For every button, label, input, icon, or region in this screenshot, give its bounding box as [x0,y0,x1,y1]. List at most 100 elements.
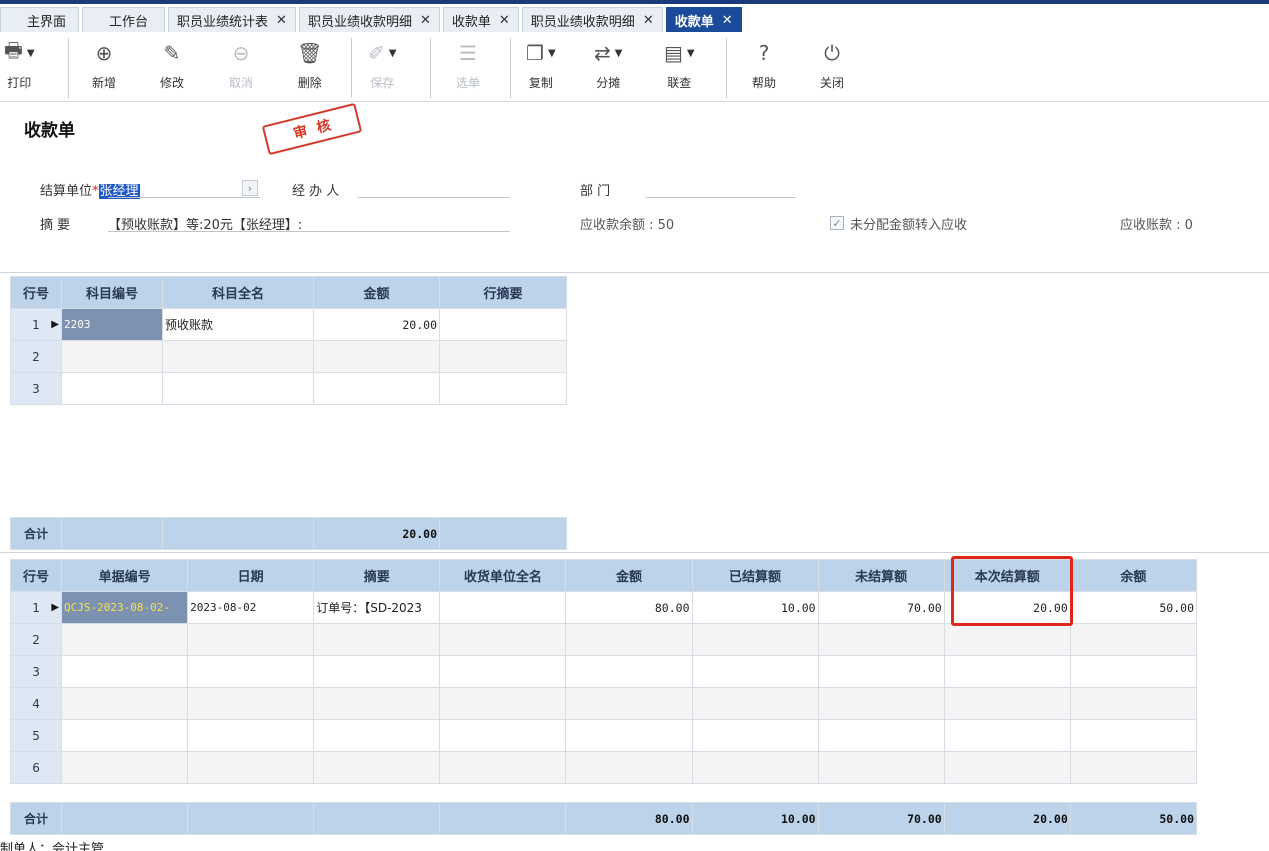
toolbar: 🖶 ▼ 打印 ⊕ 新增 ✎ 修改 ⊖ 取消 🗑 删除 ✐ ▼ 保存 ☰ 选单 ❐ ▼ … [0,34,1269,102]
receivable-account: 应收账款 : 0 [1120,218,1193,233]
question-icon: ? [758,41,770,65]
printer-icon: 🖶 [4,38,23,62]
copy-icon: ❐ [526,41,544,65]
amount-cell[interactable]: 20.00 [313,308,440,341]
col-header[interactable]: 金额 [313,276,440,309]
plus-circle-icon: ⊕ [95,41,113,65]
total-amount: 80.00 [565,802,693,835]
edit-icon: ✎ [163,41,181,65]
tab-staff-receipt-detail-2[interactable]: 职员业绩收款明细 ✕ [521,7,663,32]
linked-query-button[interactable]: ▤ ▼ 联查 [664,38,695,91]
table-row[interactable]: 2 [9,623,1198,656]
chevron-down-icon[interactable]: ▼ [615,48,623,59]
table-row[interactable]: 3 [10,372,567,405]
col-header[interactable]: 金额 [565,559,693,592]
summary-cell[interactable]: 订单号：【SD-2023 [313,591,441,624]
col-header[interactable]: 科目编号 [61,276,163,309]
close-icon[interactable]: ✕ [420,13,431,28]
this-settlement-cell[interactable]: 20.00 [943,591,1071,624]
transfer-checkbox[interactable]: ✓ [830,216,844,230]
chevron-down-icon[interactable]: ▼ [548,48,556,59]
total-unsettled: 70.00 [817,802,945,835]
cancel-button[interactable]: ⊖ 取消 [229,38,253,91]
table-row[interactable]: 4 [9,687,1198,720]
table-row[interactable]: 5 [9,719,1198,752]
edit-button[interactable]: ✎ 修改 [160,38,184,91]
date-cell[interactable]: 2023-08-02 [187,591,315,624]
delete-button[interactable]: 🗑 删除 [297,38,322,91]
tab-staff-receipt-detail[interactable]: 职员业绩收款明细 ✕ [298,7,440,32]
add-button[interactable]: ⊕ 新增 [92,38,116,91]
dept-input[interactable] [646,197,796,198]
tab-label: 职员业绩统计表 [177,14,269,30]
col-header: 行号 [9,559,63,592]
tab-receipt-active[interactable]: 收款单 ✕ [665,7,742,32]
col-header[interactable]: 余额 [1069,559,1198,592]
dept-label: 部 门 [580,184,611,199]
memo-cell[interactable] [439,308,567,341]
trash-icon: 🗑 [297,41,323,65]
total-row: 合计 80.00 10.00 70.00 20.00 50.00 [9,802,1198,835]
settle-unit-label: 结算单位 [40,184,93,199]
tab-label: 职员业绩收款明细 [307,14,412,30]
col-header[interactable]: 收货单位全名 [439,559,567,592]
summary-label: 摘 要 [40,218,71,233]
handler-input[interactable] [358,197,510,198]
table-row[interactable]: 1 ▶ QCJS-2023-08-02- 2023-08-02 订单号：【SD-2… [9,591,1198,624]
tab-main[interactable]: 主界面 [0,7,80,32]
col-header[interactable]: 科目全名 [162,276,314,309]
table-row[interactable]: 2 [10,340,567,373]
tab-staff-stats[interactable]: 职员业绩统计表 ✕ [168,7,296,32]
brush-icon: ✐ [368,41,385,65]
table-row[interactable]: 6 [9,751,1198,784]
col-header[interactable]: 行摘要 [439,276,567,309]
help-button[interactable]: ? 帮助 [752,38,776,91]
col-header[interactable]: 摘要 [313,559,441,592]
save-button[interactable]: ✐ ▼ 保存 [368,38,396,91]
top-stripe [0,0,1269,4]
unsettled-cell[interactable]: 70.00 [817,591,945,624]
total-balance: 50.00 [1069,802,1198,835]
minus-circle-icon: ⊖ [232,41,250,65]
page-title: 收款单 [24,121,75,141]
close-button[interactable]: ⏻ 关闭 [820,38,844,91]
receivable-balance: 应收款余额 : 50 [580,218,675,233]
chevron-down-icon[interactable]: ▼ [687,48,695,59]
copy-button[interactable]: ❐ ▼ 复制 [526,38,556,91]
col-header[interactable]: 已结算额 [691,559,819,592]
subject-grid: 行号 科目编号 科目全名 金额 行摘要 1 ▶ 2203 预收账款 20.00 2… [10,276,567,405]
power-icon: ⏻ [824,41,840,65]
col-header[interactable]: 单据编号 [61,559,189,592]
unit-cell[interactable] [439,591,567,624]
col-header[interactable]: 本次结算额 [943,559,1071,592]
table-row[interactable]: 3 [9,655,1198,688]
split-button[interactable]: ⇄ ▼ 分摊 [594,38,622,91]
amount-cell[interactable]: 80.00 [565,591,693,624]
document-icon: ▤ [664,41,683,65]
table-row[interactable]: 1 ▶ 2203 预收账款 20.00 [10,308,567,341]
subject-code-cell[interactable]: 2203 [61,308,163,341]
print-button[interactable]: 🖶 ▼ 打印 [4,38,35,91]
select-order-button[interactable]: ☰ 选单 [456,38,480,91]
document-grid: 行号 单据编号 日期 摘要 收货单位全名 金额 已结算额 未结算额 本次结算额 … [9,559,1198,784]
total-amount: 20.00 [313,517,440,550]
close-icon[interactable]: ✕ [276,13,287,28]
close-icon[interactable]: ✕ [643,13,654,28]
row-pointer-icon: ▶ [51,319,59,330]
subject-name-cell[interactable]: 预收账款 [162,308,314,341]
close-icon[interactable]: ✕ [499,13,510,28]
col-header[interactable]: 未结算额 [817,559,945,592]
close-icon[interactable]: ✕ [722,13,733,28]
tab-receipt[interactable]: 收款单 ✕ [442,7,519,32]
balance-cell[interactable]: 50.00 [1069,591,1198,624]
chevron-down-icon[interactable]: ▼ [389,48,397,59]
split-icon: ⇄ [594,41,611,65]
tab-workbench[interactable]: 工作台 [82,7,166,32]
tab-label: 工作台 [109,14,149,30]
tab-bar: 主界面 工作台 职员业绩统计表 ✕ 职员业绩收款明细 ✕ 收款单 ✕ 职员业绩收款明细… [0,6,745,32]
doc-number-cell[interactable]: QCJS-2023-08-02- [61,591,189,624]
settled-cell[interactable]: 10.00 [691,591,819,624]
col-header[interactable]: 日期 [187,559,315,592]
browse-button[interactable]: › [242,180,258,196]
chevron-down-icon[interactable]: ▼ [27,48,35,59]
